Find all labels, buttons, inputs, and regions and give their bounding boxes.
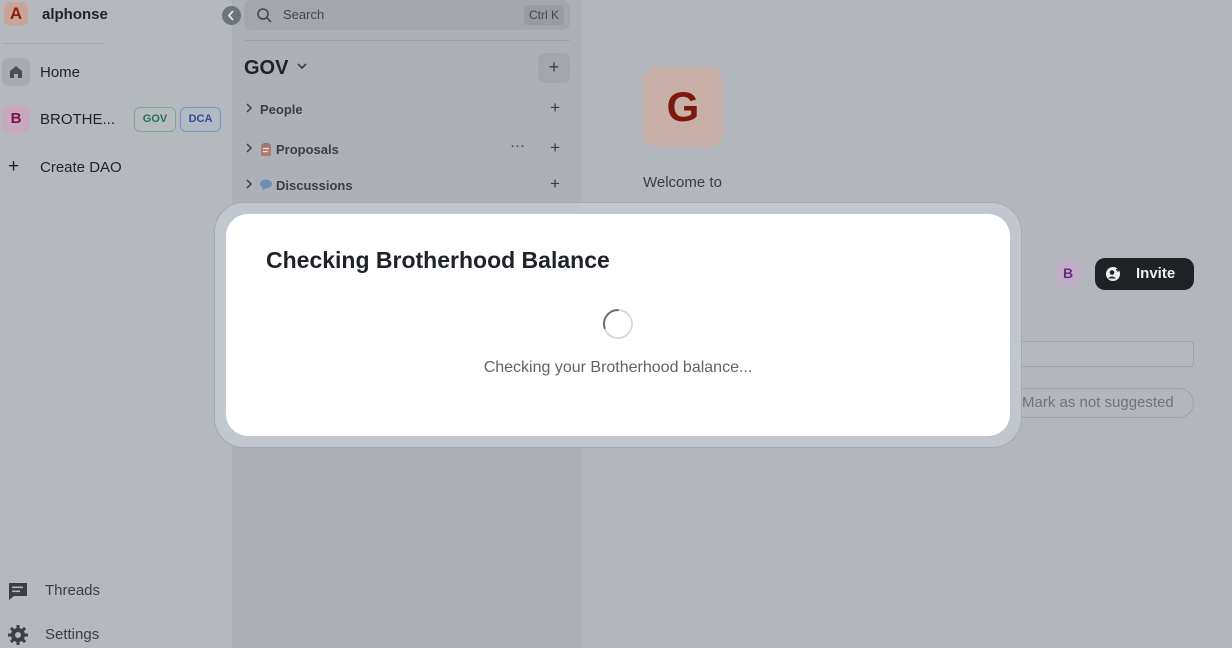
chevron-right-icon[interactable] <box>244 142 254 157</box>
sidebar-item-home[interactable]: Home <box>0 55 232 89</box>
threads-icon <box>9 583 27 600</box>
balance-check-modal: Checking Brotherhood Balance Checking yo… <box>226 214 1010 436</box>
section-label: Discussions <box>276 178 353 193</box>
clipboard-icon <box>261 143 271 156</box>
invite-icon <box>1106 267 1120 281</box>
add-channel-button[interactable]: + <box>538 53 570 83</box>
section-discussions[interactable]: Discussions + <box>244 173 570 199</box>
section-label: People <box>260 102 303 117</box>
chevron-down-icon[interactable] <box>296 60 308 75</box>
search-placeholder: Search <box>283 7 325 22</box>
gov-badge[interactable]: GOV <box>134 107 176 132</box>
modal-title: Checking Brotherhood Balance <box>266 247 610 273</box>
sidebar-item-label: BROTHE... <box>40 110 116 128</box>
sidebar-item-dao[interactable]: B BROTHE... GOV DCA <box>0 102 232 136</box>
sidebar-item-settings[interactable]: Settings <box>0 620 232 648</box>
shortcut-hint: Ctrl K <box>524 5 564 25</box>
chevron-right-icon[interactable] <box>244 102 254 117</box>
gear-icon <box>8 625 28 645</box>
chevron-right-icon[interactable] <box>244 178 254 193</box>
sidebar-item-create-dao[interactable]: + Create DAO <box>0 150 232 184</box>
member-avatar[interactable]: B <box>1054 259 1082 287</box>
add-people-button[interactable]: + <box>550 98 560 118</box>
section-label: Proposals <box>276 142 339 157</box>
plus-icon: + <box>8 156 20 177</box>
section-people[interactable]: People + <box>244 97 570 123</box>
dca-badge[interactable]: DCA <box>180 107 221 132</box>
chevron-left-icon <box>227 10 234 21</box>
invite-label: Invite <box>1136 265 1176 282</box>
speech-bubble-icon <box>260 179 272 191</box>
user-menu[interactable]: A alphonse <box>0 0 232 30</box>
divider <box>4 43 104 44</box>
section-proposals[interactable]: Proposals ··· + <box>244 137 570 163</box>
mark-not-suggested-button[interactable]: Mark as not suggested <box>1012 388 1194 418</box>
sidebar: A alphonse Home B BROTHE... GOV DCA + Cr… <box>0 0 232 648</box>
sidebar-item-label: Threads <box>45 582 101 599</box>
user-avatar[interactable]: A <box>4 2 28 26</box>
invite-button[interactable]: Invite <box>1095 258 1194 290</box>
sidebar-item-threads[interactable]: Threads <box>0 576 232 606</box>
search-input[interactable]: Search Ctrl K <box>244 0 570 30</box>
search-icon <box>257 8 272 23</box>
divider <box>244 40 570 41</box>
modal-message: Checking your Brotherhood balance... <box>483 359 753 376</box>
space-avatar: G <box>643 67 723 147</box>
user-name[interactable]: alphonse <box>42 6 108 23</box>
welcome-text: Welcome to <box>643 174 722 191</box>
home-icon <box>2 58 30 86</box>
sidebar-item-label: Create DAO <box>40 158 122 176</box>
add-proposal-button[interactable]: + <box>550 138 560 158</box>
space-title[interactable]: GOV <box>244 57 288 80</box>
dao-avatar: B <box>2 105 30 133</box>
collapse-sidebar-button[interactable] <box>222 6 241 25</box>
more-options-icon[interactable]: ··· <box>510 137 525 154</box>
sidebar-item-label: Home <box>40 63 81 81</box>
loading-spinner-icon <box>603 309 633 339</box>
add-discussion-button[interactable]: + <box>550 174 560 194</box>
sidebar-item-label: Settings <box>45 626 100 643</box>
text-field[interactable] <box>1012 341 1194 367</box>
